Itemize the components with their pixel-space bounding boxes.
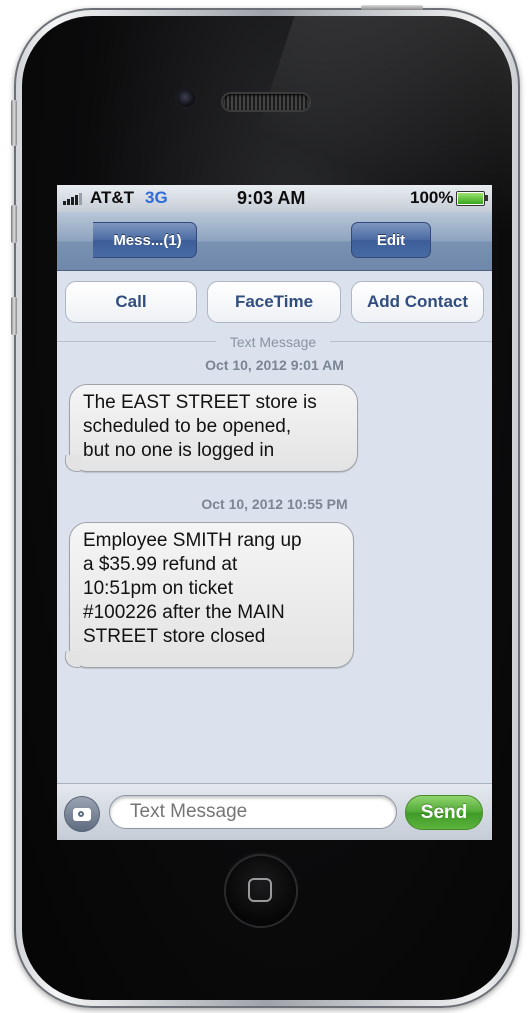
call-button[interactable]: Call [65,281,197,323]
status-time: 9:03 AM [237,188,306,208]
back-to-messages-button[interactable]: Mess...(1) [93,222,197,258]
compose-bar: Send [57,783,492,840]
send-button[interactable]: Send [405,795,483,830]
bubble-tail [62,651,83,668]
network-type: 3G [145,188,168,207]
message-timestamp: Oct 10, 2012 9:01 AM [205,357,344,373]
mute-switch [11,100,17,146]
message-timestamp: Oct 10, 2012 10:55 PM [201,496,348,512]
carrier-name: AT&T [90,188,135,207]
phone-screen: AT&T 3G 9:03 AM 100% Mess...(1) Edit Cal… [57,185,492,840]
battery-icon [456,191,488,206]
contact-actions: Call FaceTime Add Contact [57,281,492,325]
home-square-icon [248,878,272,902]
bubble-tail [62,455,83,472]
message-text: The EAST STREET store is scheduled to be… [83,392,317,461]
add-contact-button[interactable]: Add Contact [351,281,484,323]
message-text: Employee SMITH rang up a $35.99 refund a… [83,530,302,647]
battery-percent: 100% [410,188,454,207]
front-camera [177,89,195,107]
thread-type-label: Text Message [216,334,330,350]
power-button [361,5,423,10]
message-bubble[interactable]: The EAST STREET store is scheduled to be… [62,384,358,472]
volume-down-button [11,297,17,335]
earpiece-speaker [223,94,309,110]
status-bar: AT&T 3G 9:03 AM 100% [57,185,492,212]
facetime-button[interactable]: FaceTime [207,281,341,323]
message-bubble[interactable]: Employee SMITH rang up a $35.99 refund a… [62,522,354,668]
message-input[interactable] [109,795,397,829]
signal-bars-icon [63,193,82,205]
edit-button[interactable]: Edit [351,222,431,258]
home-button[interactable] [226,856,296,926]
camera-icon[interactable] [64,796,100,832]
volume-up-button [11,205,17,243]
navigation-bar: Mess...(1) Edit [57,212,492,271]
